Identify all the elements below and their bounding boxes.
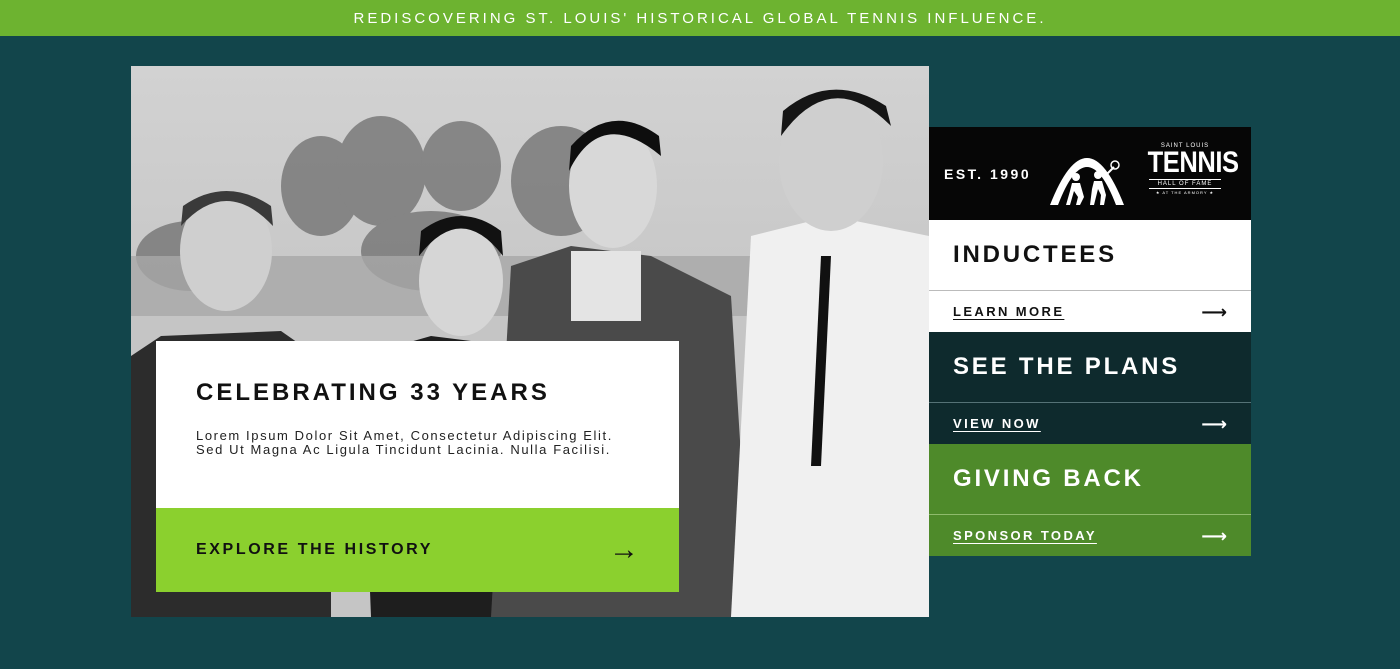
arrow-right-icon: ⟶ (1201, 301, 1227, 322)
sponsor-today-link[interactable]: SPONSOR TODAY ⟶ (929, 514, 1251, 556)
card-title: CELEBRATING 33 YEARS (196, 379, 550, 406)
history-card: CELEBRATING 33 YEARS Lorem Ipsum Dolor S… (156, 341, 679, 508)
logo-block: EST. 1990 SAINT LOUIS TENNIS HALL OF FAM… (929, 127, 1251, 220)
sponsor-today-label[interactable]: SPONSOR TODAY (953, 528, 1097, 543)
view-now-link[interactable]: VIEW NOW ⟶ (929, 402, 1251, 444)
explore-history-label: EXPLORE THE HISTORY (196, 541, 433, 558)
arrow-right-icon: ⟶ (1201, 413, 1227, 434)
logo-line3: HALL OF FAME (1149, 179, 1221, 189)
panel-giving-back: GIVING BACK SPONSOR TODAY ⟶ (929, 444, 1251, 556)
panel-inductees: INDUCTEES LEARN MORE ⟶ (929, 220, 1251, 332)
arrow-right-icon: → (609, 533, 639, 566)
panel-see-the-plans: SEE THE PLANS VIEW NOW ⟶ (929, 332, 1251, 444)
est-year: EST. 1990 (944, 165, 1032, 182)
arrow-right-icon: ⟶ (1201, 525, 1227, 546)
side-panel: EST. 1990 SAINT LOUIS TENNIS HALL OF FAM… (929, 127, 1251, 556)
explore-history-button[interactable]: EXPLORE THE HISTORY → (156, 508, 679, 592)
learn-more-link[interactable]: LEARN MORE ⟶ (929, 290, 1251, 332)
panel-title-inductees: INDUCTEES (929, 220, 1251, 290)
logo-line2: TENNIS (1147, 146, 1239, 179)
card-body: Lorem Ipsum Dolor Sit Amet, Consectetur … (196, 428, 613, 457)
logo-line4: ★ AT THE ARMORY ★ (1155, 190, 1215, 195)
top-banner: REDISCOVERING ST. LOUIS' HISTORICAL GLOB… (0, 0, 1400, 36)
tennis-hof-logo: SAINT LOUIS TENNIS HALL OF FAME ★ AT THE… (1141, 143, 1239, 195)
learn-more-label[interactable]: LEARN MORE (953, 304, 1064, 319)
panel-title-plans: SEE THE PLANS (929, 332, 1251, 402)
panel-title-giving: GIVING BACK (929, 444, 1251, 514)
view-now-label[interactable]: VIEW NOW (953, 416, 1041, 431)
arch-logo-icon[interactable] (1046, 141, 1128, 207)
banner-text: REDISCOVERING ST. LOUIS' HISTORICAL GLOB… (353, 9, 1047, 27)
